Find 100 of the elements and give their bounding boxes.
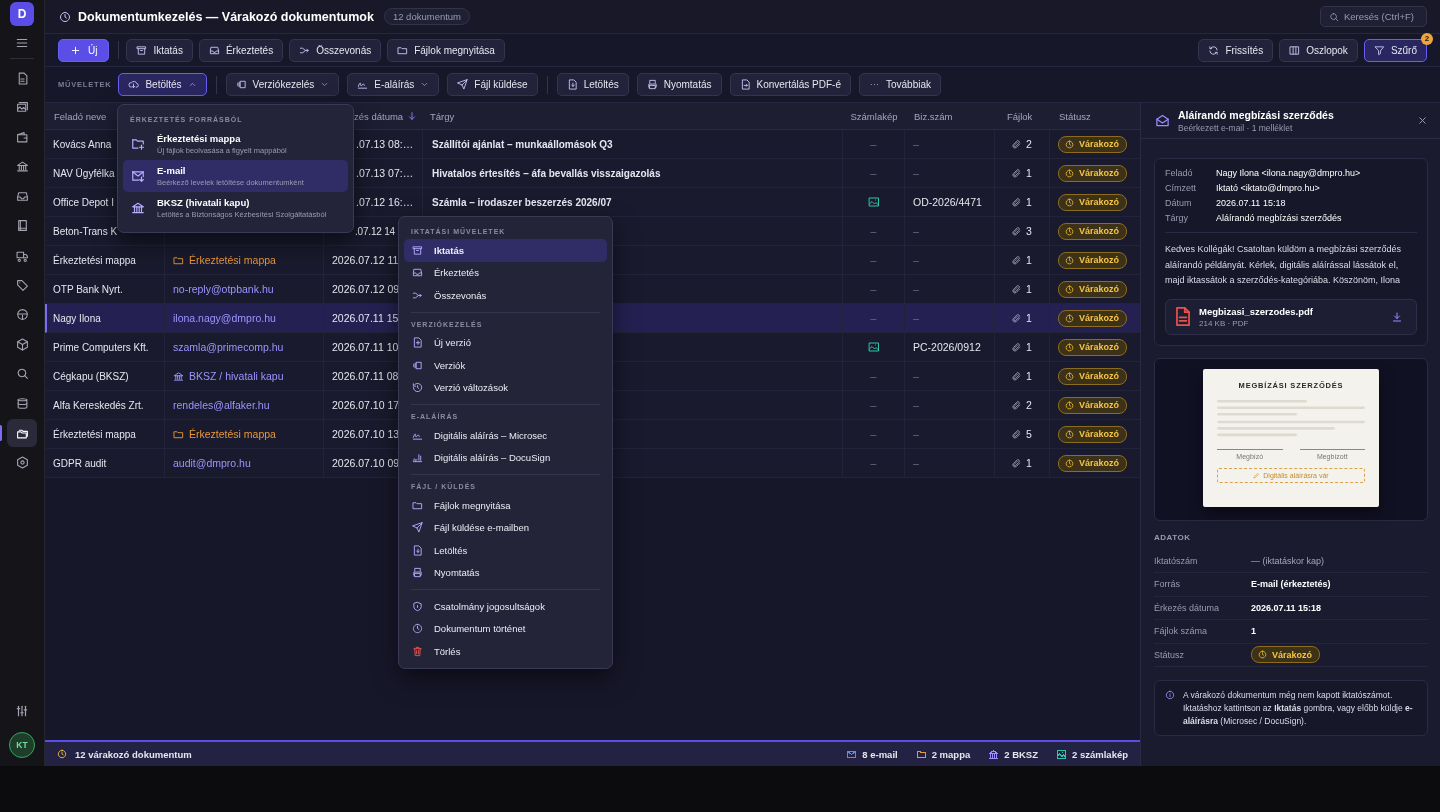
- document-number: –: [913, 225, 919, 237]
- document-number: –: [913, 254, 919, 266]
- sender-name: Cégkapu (BKSZ): [53, 370, 129, 382]
- status-badge: Várakozó: [1058, 425, 1128, 443]
- file-count: 2: [1026, 399, 1032, 411]
- document-number: –: [913, 283, 919, 295]
- field-label: Forrás: [1154, 579, 1181, 590]
- sender-address: BKSZ / hivatali kapu: [189, 370, 284, 382]
- sender-address: audit@dmpro.hu: [173, 457, 251, 469]
- sender-name: Kovács Anna: [53, 138, 112, 150]
- sender-name: GDPR audit: [53, 457, 107, 469]
- subject-text: Szállítói ajánlat – munkaállomások Q3: [432, 138, 613, 150]
- meta-value: 2026.07.11 15:18: [1216, 198, 1287, 208]
- sender-name: Alfa Kereskedés Zrt.: [53, 399, 144, 411]
- empty-value: –: [870, 283, 877, 295]
- field-label: Státusz: [1154, 649, 1185, 660]
- subject-text: Hivatalos értesítés – áfa bevallás visszaigazolás: [432, 167, 661, 179]
- sender-name: NAV Ügyfélka: [53, 167, 115, 179]
- attachment-name: Megbizasi_szerzodes.pdf: [1199, 305, 1314, 317]
- date-text: 2026.07.11 10: [332, 341, 399, 353]
- status-text: 12 várakozó dokumentum: [75, 748, 192, 760]
- document-number: PC-2026/0912: [913, 341, 981, 353]
- status-badge: Várakozó: [1058, 164, 1128, 182]
- meta-label: Címzett: [1165, 183, 1197, 193]
- document-number: –: [913, 428, 919, 440]
- meta-value: Iktató <iktato@dmpro.hu>: [1216, 183, 1321, 193]
- empty-value: –: [870, 399, 877, 411]
- file-count: 2: [1026, 138, 1032, 150]
- date-text: 2026.07.11 08: [332, 370, 399, 382]
- sender-name: Érkeztetési mappa: [53, 254, 136, 266]
- field-label: Fájlok száma: [1154, 626, 1208, 637]
- status-badge: Várakozó: [1058, 454, 1128, 472]
- meta-value: Nagy Ilona <ilona.nagy@dmpro.hu>: [1216, 168, 1362, 178]
- empty-value: –: [870, 312, 877, 324]
- document-number: –: [913, 138, 919, 150]
- file-count: 1: [1026, 312, 1032, 324]
- date-text: .07.13 07:…: [356, 167, 414, 179]
- empty-value: –: [870, 138, 877, 150]
- meta-value: Aláírandó megbízási szerződés: [1216, 213, 1343, 223]
- menu-item-title: E-mail: [157, 165, 187, 176]
- page-title: Dokumentumkezelés — Várakozó dokumentumok: [78, 9, 374, 24]
- sender-name: Nagy Ilona: [53, 312, 101, 324]
- field-label: Iktatószám: [1154, 555, 1199, 566]
- file-count: 1: [1026, 167, 1032, 179]
- file-count: 1: [1026, 457, 1032, 469]
- field-label: Érkezés dátuma: [1154, 602, 1221, 613]
- status-badge: Várakozó: [1058, 309, 1128, 327]
- counter-text: 2 mappa: [931, 748, 971, 760]
- status-badge: Várakozó: [1058, 251, 1128, 269]
- field-value: 2026.07.11 15:18: [1251, 602, 1323, 613]
- sender-name: Office Depot I: [53, 196, 114, 208]
- sender-name: Érkeztetési mappa: [53, 428, 136, 440]
- status-badge: Várakozó: [1058, 396, 1128, 414]
- date-text: .07.12 14: [355, 225, 395, 237]
- status-badge: Várakozó: [1251, 646, 1321, 664]
- counter-text: 2 számlakép: [1072, 748, 1128, 760]
- date-text: .07.12 16:…: [356, 196, 414, 208]
- email-body: Kedves Kollégák! Csatoltan küldöm a megbízási szerződés aláírandó példányát. Kérlek, digitális aláírással lássátok el, majd iktassátok a szerződés-kategóriába. Köszönöm, Ilona: [1165, 243, 1403, 287]
- empty-value: –: [870, 428, 877, 440]
- sender-address: Érkeztetési mappa: [189, 428, 276, 440]
- file-count: 3: [1026, 225, 1032, 237]
- sender-name: OTP Bank Nyrt.: [53, 283, 123, 295]
- document-number: –: [913, 457, 919, 469]
- document-count: 12 dokumentum: [383, 8, 471, 25]
- file-count: 1: [1026, 196, 1032, 208]
- sender-name: Beton-Trans K: [53, 225, 118, 237]
- subject-text: Számla – irodaszer beszerzés 2026/07: [432, 196, 612, 208]
- menu-item-title: BKSZ (hivatali kapu): [157, 197, 251, 208]
- date-text: 2026.07.12 11: [332, 254, 399, 266]
- file-count: 1: [1026, 283, 1032, 295]
- file-count: 1: [1026, 254, 1032, 266]
- note-text: A várakozó dokumentum még nem kapott iktatószámot. Iktatáshoz kattintson az Iktatás gombra, vagy előbb küldje e-aláírásra (Microsec / DocuSign).: [1183, 689, 1414, 728]
- date-text: 2026.07.10 13: [332, 428, 400, 440]
- sender-address: szamla@primecomp.hu: [173, 341, 284, 353]
- empty-value: –: [870, 167, 877, 179]
- section-heading: ADATOK: [1154, 532, 1192, 544]
- status-badge: Várakozó: [1058, 222, 1128, 240]
- status-badge: Várakozó: [1058, 193, 1128, 211]
- document-number: –: [913, 399, 919, 411]
- date-text: 2026.07.11 15: [332, 312, 399, 324]
- file-count: 1: [1026, 370, 1032, 382]
- empty-value: –: [870, 370, 877, 382]
- empty-value: –: [870, 254, 877, 266]
- attachment-info: 214 KB · PDF: [1199, 318, 1250, 328]
- status-badge: Várakozó: [1058, 367, 1128, 385]
- sender-name: Prime Computers Kft.: [53, 341, 149, 353]
- meta-label: Feladó: [1165, 168, 1194, 178]
- empty-value: –: [870, 225, 877, 237]
- date-text: 2026.07.10 17: [332, 399, 400, 411]
- meta-label: Tárgy: [1165, 213, 1189, 223]
- status-badge: Várakozó: [1058, 338, 1128, 356]
- sender-address: Érkeztetési mappa: [189, 254, 276, 266]
- counter-text: 8 e-mail: [862, 748, 898, 760]
- field-value: — (iktatáskor kap): [1251, 555, 1326, 566]
- counter-text: 2 BKSZ: [1004, 748, 1038, 760]
- date-text: .07.13 08:…: [356, 138, 414, 150]
- status-badge: Várakozó: [1058, 280, 1128, 298]
- field-value: E-mail (érkeztetés): [1251, 579, 1332, 590]
- sender-address: rendeles@alfaker.hu: [173, 399, 270, 411]
- detail-subtitle: Beérkezett e-mail · 1 melléklet: [1178, 122, 1294, 133]
